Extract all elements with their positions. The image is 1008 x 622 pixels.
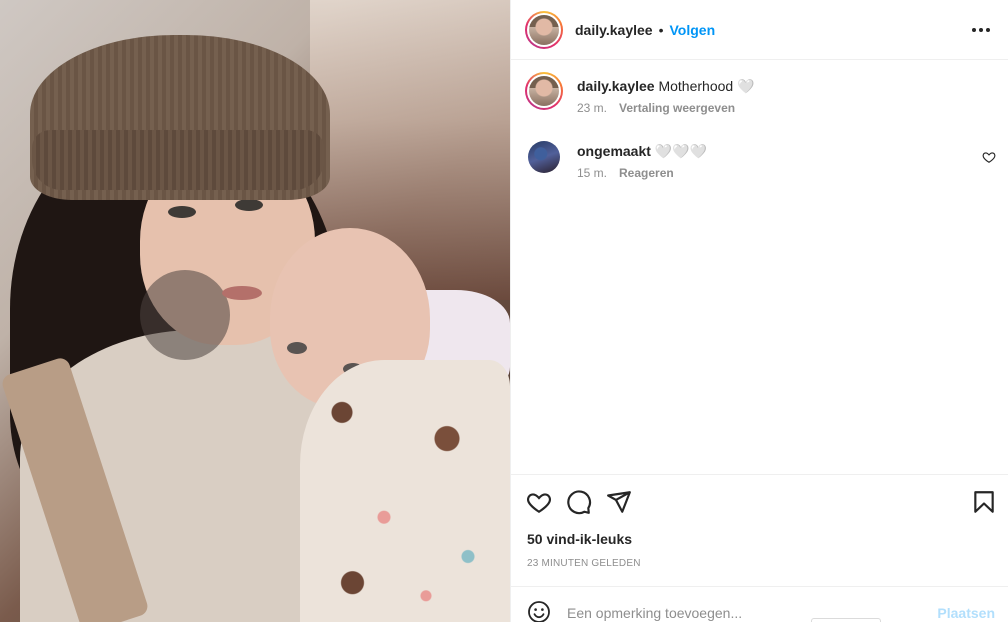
more-options-icon[interactable] <box>969 20 993 40</box>
post-comment-button[interactable]: Plaatsen <box>937 605 995 621</box>
comment-item: ongemaakt 🤍🤍🤍 15 m. Reageren <box>525 141 707 180</box>
caption-avatar[interactable] <box>525 72 563 110</box>
reply-link[interactable]: Reageren <box>619 166 674 180</box>
photo-tattoo <box>140 270 230 360</box>
share-send-icon[interactable] <box>606 489 632 515</box>
comment-text: 🤍🤍🤍 <box>654 143 708 159</box>
translate-link[interactable]: Vertaling weergeven <box>619 101 735 115</box>
author-avatar[interactable] <box>525 10 563 49</box>
post-header: daily.kaylee • Volgen <box>511 0 1008 60</box>
separator-dot: • <box>658 21 664 38</box>
photo-eye-left <box>168 206 196 218</box>
photo-lips <box>222 286 262 300</box>
caption-text: Motherhood 🤍 <box>658 78 755 94</box>
author-username[interactable]: daily.kaylee <box>575 22 653 38</box>
comment-time[interactable]: 15 m. <box>577 166 607 180</box>
like-heart-icon[interactable] <box>526 489 552 515</box>
save-bookmark-icon[interactable] <box>971 489 997 515</box>
photo-beanie-brim <box>32 130 324 190</box>
actions-bar: 50 vind-ik-leuks 23 MINUTEN GELEDEN <box>511 474 1008 586</box>
commenter-avatar[interactable] <box>528 141 560 173</box>
commenter-username[interactable]: ongemaakt <box>577 143 651 159</box>
likes-count[interactable]: 50 vind-ik-leuks <box>527 531 632 547</box>
resize-handle <box>811 618 881 622</box>
photo-eye-right <box>235 199 263 211</box>
post-photo[interactable] <box>0 0 510 622</box>
photo-baby-eye-left <box>287 342 307 354</box>
post-side-panel: daily.kaylee • Volgen daily.kaylee Mothe… <box>510 0 1008 622</box>
caption: daily.kaylee Motherhood 🤍 23 m. Vertalin… <box>525 72 755 115</box>
avatar-image <box>529 76 559 106</box>
caption-username[interactable]: daily.kaylee <box>577 78 655 94</box>
caption-time[interactable]: 23 m. <box>577 101 607 115</box>
avatar-image <box>529 14 559 45</box>
photo-leopard-blanket <box>300 360 510 622</box>
post-time[interactable]: 23 MINUTEN GELEDEN <box>527 558 641 569</box>
follow-button[interactable]: Volgen <box>669 22 715 38</box>
emoji-icon[interactable] <box>527 600 551 622</box>
comment-like-heart-icon[interactable] <box>982 150 996 164</box>
comment-icon[interactable] <box>566 489 592 515</box>
comment-composer: Plaatsen <box>511 586 1008 622</box>
